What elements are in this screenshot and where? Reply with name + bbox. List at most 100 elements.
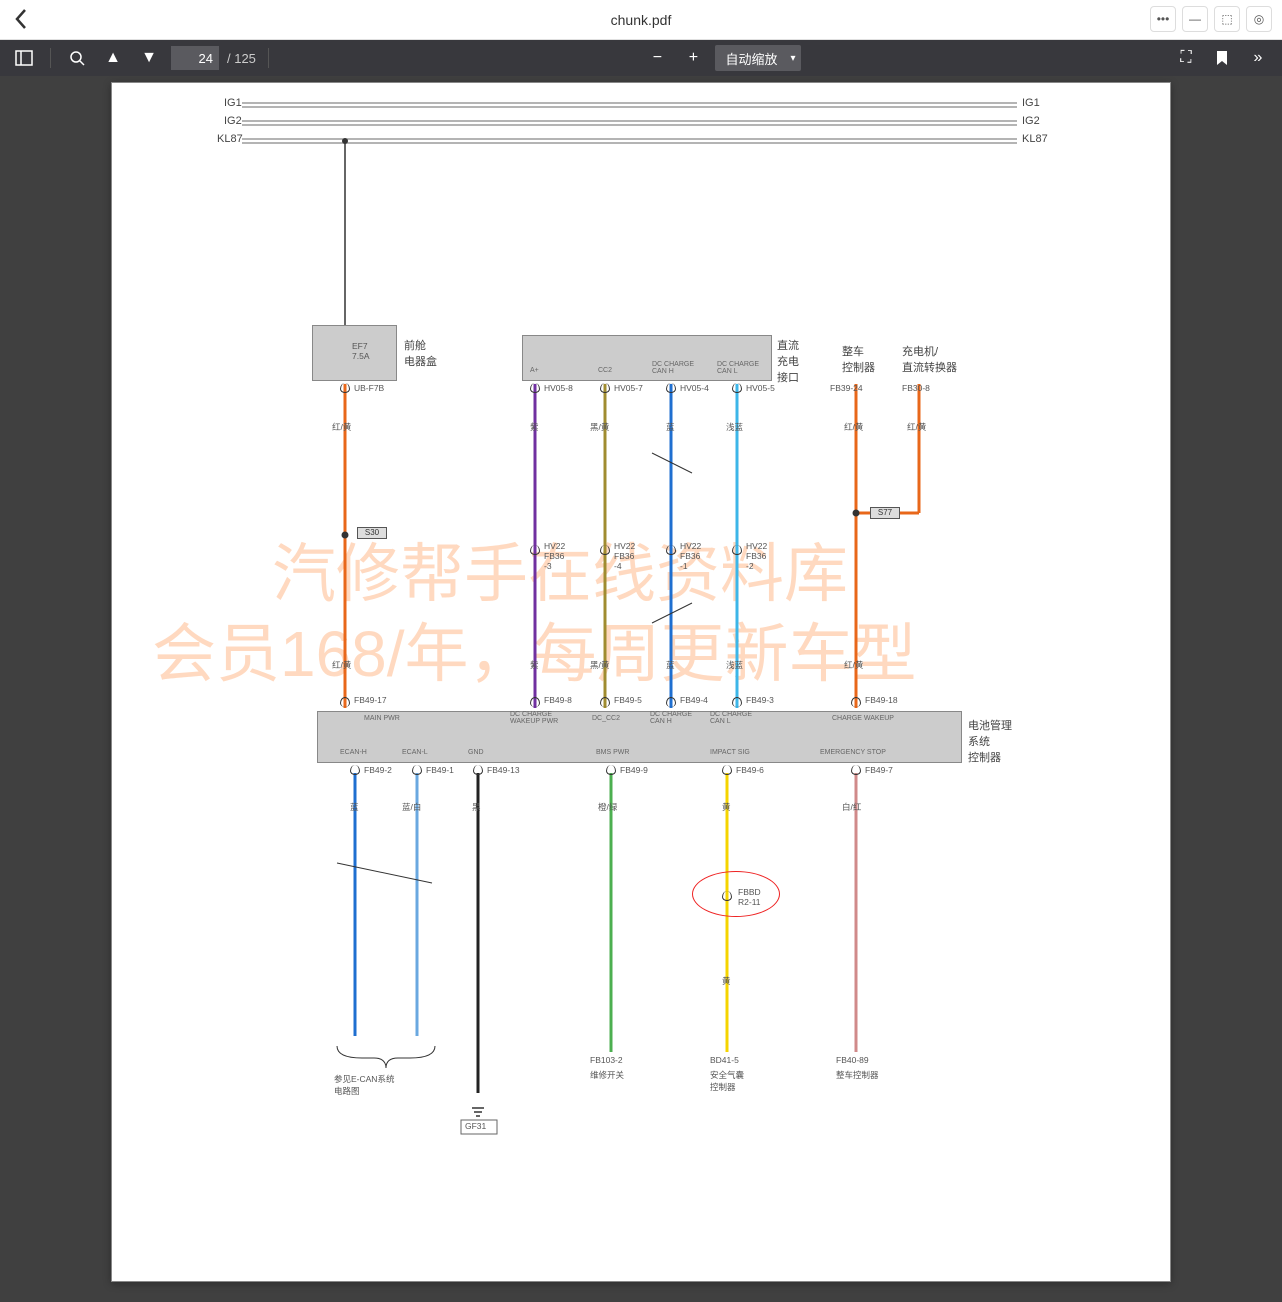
conn-fb49-5-sym: [600, 697, 610, 707]
wire-purple-2: 紫: [530, 659, 539, 671]
window-title: chunk.pdf: [611, 12, 672, 28]
bms-estop: EMERGENCY STOP: [820, 749, 886, 756]
wire-black: 黑: [472, 801, 481, 813]
conn-fb30-8: FB30-8: [902, 383, 930, 393]
conn-hv22-1-sym: [666, 545, 676, 555]
conn-hv05-4: HV05-4: [680, 383, 709, 393]
wire-yellow-2: 黄: [722, 975, 731, 987]
conn-fb40-89: FB40-89: [836, 1055, 869, 1065]
conn-hv22-3-sym: [530, 545, 540, 555]
target-button[interactable]: ◎: [1246, 6, 1272, 32]
wire-bluewht: 蓝/白: [402, 801, 421, 813]
maximize-button[interactable]: ⬚: [1214, 6, 1240, 32]
zoom-in-button[interactable]: +: [679, 44, 707, 72]
zoom-select[interactable]: 自动缩放: [715, 45, 801, 71]
bms-dc-wakeup: DC CHARGE WAKEUP PWR: [510, 711, 558, 725]
conn-hv05-7: HV05-7: [614, 383, 643, 393]
conn-fb49-3-sym: [732, 697, 742, 707]
conn-fb49-9-sym: [606, 765, 616, 775]
fullscreen-icon[interactable]: ⛶: [1172, 44, 1200, 72]
fuse-label: EF7 7.5A: [352, 341, 370, 361]
wire-whtred: 白/红: [842, 801, 861, 813]
search-icon[interactable]: [63, 44, 91, 72]
conn-ub-f7b-sym: [340, 383, 350, 393]
splice-s30: S30: [357, 527, 387, 539]
dcport-cc2: CC2: [598, 367, 612, 374]
wire-ry-5: 红/黄: [844, 659, 863, 671]
ref-ecan: 参见E-CAN系统 电路图: [334, 1073, 394, 1097]
wire-purple-1: 紫: [530, 421, 539, 433]
conn-fb49-13: FB49-13: [487, 765, 520, 775]
conn-fb49-3: FB49-3: [746, 695, 774, 705]
bms-canh: DC CHARGE CAN H: [650, 711, 692, 725]
page-input[interactable]: [171, 46, 219, 70]
conn-fb49-18: FB49-18: [865, 695, 898, 705]
conn-hv22-1: HV22 FB36 -1: [680, 541, 701, 571]
conn-fb49-7-sym: [851, 765, 861, 775]
conn-hv22-2-sym: [732, 545, 742, 555]
back-button[interactable]: [14, 8, 28, 35]
ref-vcu: 整车控制器: [836, 1069, 879, 1081]
wire-ltblue-2: 浅蓝: [726, 659, 743, 671]
bookmark-icon[interactable]: [1208, 44, 1236, 72]
bms-impact: IMPACT SIG: [710, 749, 750, 756]
minimize-button[interactable]: —: [1182, 6, 1208, 32]
wire-blue-3: 蓝: [350, 801, 359, 813]
sidebar-toggle-icon[interactable]: [10, 44, 38, 72]
wire-blue-2: 蓝: [666, 659, 675, 671]
pdf-toolbar: ▲ ▼ / 125 − + 自动缩放 ⛶ »: [0, 40, 1282, 76]
bms-main-pwr: MAIN PWR: [364, 715, 400, 722]
conn-fb49-8-sym: [530, 697, 540, 707]
more-tools-icon[interactable]: »: [1244, 44, 1272, 72]
bms-dc-cc2: DC_CC2: [592, 715, 620, 722]
conn-hv05-4-sym: [666, 383, 676, 393]
bms-ecanl: ECAN-L: [402, 749, 428, 756]
ref-airbag: 安全气囊 控制器: [710, 1069, 744, 1093]
conn-fb49-13-sym: [473, 765, 483, 775]
conn-fb49-5: FB49-5: [614, 695, 642, 705]
dcport-name: 直流 充电 接口: [777, 337, 799, 385]
conn-fb49-4-sym: [666, 697, 676, 707]
bms-ecanh: ECAN-H: [340, 749, 367, 756]
zoom-out-button[interactable]: −: [643, 44, 671, 72]
conn-hv05-5: HV05-5: [746, 383, 775, 393]
conn-bd41-5: BD41-5: [710, 1055, 739, 1065]
wire-ry-4: 红/黄: [332, 659, 351, 671]
vcu-top-label: 整车 控制器: [842, 343, 875, 375]
conn-hv05-8-sym: [530, 383, 540, 393]
annotation-circle: [692, 871, 780, 917]
conn-fb39-24: FB39-24: [830, 383, 863, 393]
dcport-canl: DC CHARGE CAN L: [717, 361, 759, 375]
bus-ig1-right: IG1: [1022, 97, 1040, 109]
more-button[interactable]: •••: [1150, 6, 1176, 32]
prev-page-icon[interactable]: ▲: [99, 44, 127, 72]
conn-fb49-17-sym: [340, 697, 350, 707]
conn-fb49-2-sym: [350, 765, 360, 775]
bms-canl: DC CHARGE CAN L: [710, 711, 752, 725]
bus-kl87-right: KL87: [1022, 133, 1048, 145]
conn-hv22-4: HV22 FB36 -4: [614, 541, 635, 571]
wire-yellow: 黄: [722, 801, 731, 813]
wire-ry-2: 红/黄: [844, 421, 863, 433]
conn-fb49-6: FB49-6: [736, 765, 764, 775]
conn-fb49-1: FB49-1: [426, 765, 454, 775]
conn-hv05-5-sym: [732, 383, 742, 393]
bus-ig2-right: IG2: [1022, 115, 1040, 127]
next-page-icon[interactable]: ▼: [135, 44, 163, 72]
pdf-viewport[interactable]: 汽修帮手在线资料库 会员168/年，每周更新车型: [0, 76, 1282, 1302]
wire-by-1: 黑/黄: [590, 421, 609, 433]
conn-fb49-18-sym: [851, 697, 861, 707]
conn-fb49-1-sym: [412, 765, 422, 775]
conn-hv05-8: HV05-8: [544, 383, 573, 393]
bms-name: 电池管理 系统 控制器: [968, 717, 1012, 765]
wire-ry-1: 红/黄: [332, 421, 351, 433]
page-total: / 125: [227, 51, 256, 66]
splice-s77: S77: [870, 507, 900, 519]
conn-fb49-17: FB49-17: [354, 695, 387, 705]
bms-bmspwr: BMS PWR: [596, 749, 629, 756]
pdf-page: 汽修帮手在线资料库 会员168/年，每周更新车型: [111, 82, 1171, 1282]
bus-kl87-left: KL87: [217, 133, 243, 145]
fusebox-name: 前舱 电器盒: [404, 337, 437, 369]
bus-ig2-left: IG2: [224, 115, 242, 127]
ground-label: GF31: [465, 1121, 486, 1131]
